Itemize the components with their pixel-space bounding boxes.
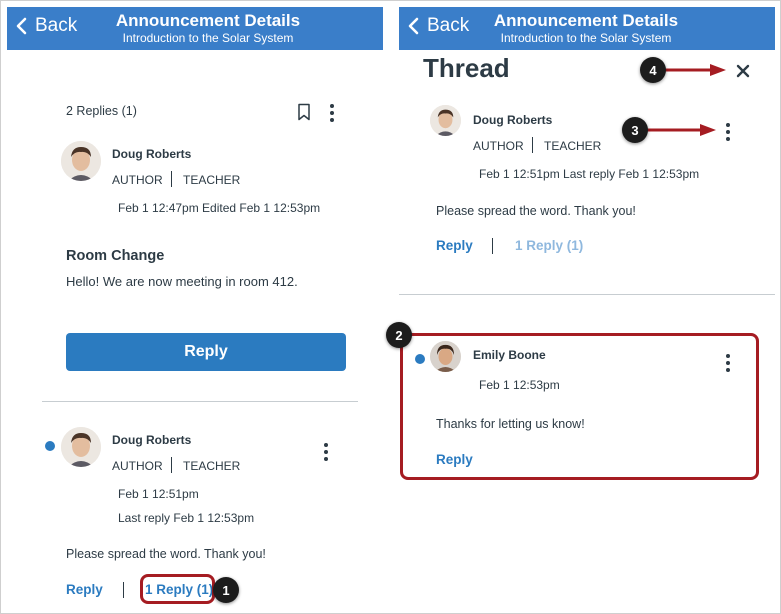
- back-label: Back: [35, 15, 78, 36]
- thread-title: Thread: [423, 53, 510, 83]
- action-separator: [492, 238, 493, 254]
- header-subtitle: Introduction to the Solar System: [122, 31, 294, 45]
- teacher-role: TEACHER: [544, 139, 602, 153]
- right-screen: Back Announcement Details Introduction t…: [399, 7, 775, 607]
- section-divider: [399, 294, 775, 295]
- callout-badge: 3: [622, 117, 648, 143]
- reply-link[interactable]: Reply: [66, 582, 103, 597]
- callout-badge: 4: [640, 57, 666, 83]
- back-label: Back: [427, 15, 470, 36]
- more-options-icon[interactable]: [323, 443, 329, 464]
- more-options-icon[interactable]: [329, 104, 335, 125]
- view-replies-link[interactable]: 1 Reply (1): [515, 238, 583, 253]
- header-title: Announcement Details: [493, 11, 679, 30]
- reply-link[interactable]: Reply: [436, 238, 473, 253]
- author-role: AUTHOR: [112, 173, 163, 187]
- reply-button[interactable]: Reply: [66, 333, 346, 371]
- arrow-right-icon: [638, 124, 716, 136]
- reply-button-label: Reply: [184, 343, 228, 360]
- bookmark-icon[interactable]: [297, 103, 311, 121]
- author-role: AUTHOR: [473, 139, 524, 153]
- role-separator: [532, 137, 533, 153]
- chevron-left-icon: [408, 17, 419, 35]
- teacher-role: TEACHER: [183, 459, 241, 473]
- back-button[interactable]: Back: [408, 15, 469, 37]
- last-reply-date: Last reply Feb 1 12:53pm: [118, 511, 255, 525]
- avatar: [430, 105, 461, 136]
- entry-date: Feb 1 12:51pm Last reply Feb 1 12:53pm: [479, 167, 700, 181]
- author-role: AUTHOR: [112, 459, 163, 473]
- callout-badge: 1: [213, 577, 239, 603]
- author-name[interactable]: Doug Roberts: [112, 147, 191, 161]
- header-subtitle: Introduction to the Solar System: [500, 31, 672, 45]
- back-button[interactable]: Back: [16, 15, 77, 37]
- action-separator: [123, 582, 124, 598]
- entry-date: Feb 1 12:51pm: [118, 487, 199, 501]
- entry-body: Please spread the word. Thank you!: [436, 204, 636, 218]
- author-name[interactable]: Doug Roberts: [473, 113, 552, 127]
- unread-indicator: [45, 441, 55, 451]
- replies-count: 2 Replies (1): [66, 104, 137, 118]
- post-date: Feb 1 12:47pm Edited Feb 1 12:53pm: [118, 201, 321, 215]
- teacher-role: TEACHER: [183, 173, 241, 187]
- reply-entry-highlight: [400, 333, 759, 480]
- app-header: Back Announcement Details Introduction t…: [7, 7, 383, 50]
- post-body: Hello! We are now meeting in room 412.: [66, 274, 298, 289]
- close-icon[interactable]: [736, 64, 750, 78]
- avatar: [61, 141, 101, 181]
- header-title: Announcement Details: [115, 11, 301, 30]
- author-name[interactable]: Doug Roberts: [112, 433, 191, 447]
- more-options-icon[interactable]: [725, 123, 731, 144]
- role-separator: [171, 171, 172, 187]
- section-divider: [42, 401, 358, 402]
- replies-link-highlight: [140, 574, 215, 604]
- post-title: Room Change: [66, 248, 165, 264]
- entry-body: Please spread the word. Thank you!: [66, 547, 266, 561]
- callout-badge: 2: [386, 322, 412, 348]
- app-header: Back Announcement Details Introduction t…: [399, 7, 775, 50]
- role-separator: [171, 457, 172, 473]
- avatar: [61, 427, 101, 467]
- left-screen: Back Announcement Details Introduction t…: [7, 7, 383, 607]
- chevron-left-icon: [16, 17, 27, 35]
